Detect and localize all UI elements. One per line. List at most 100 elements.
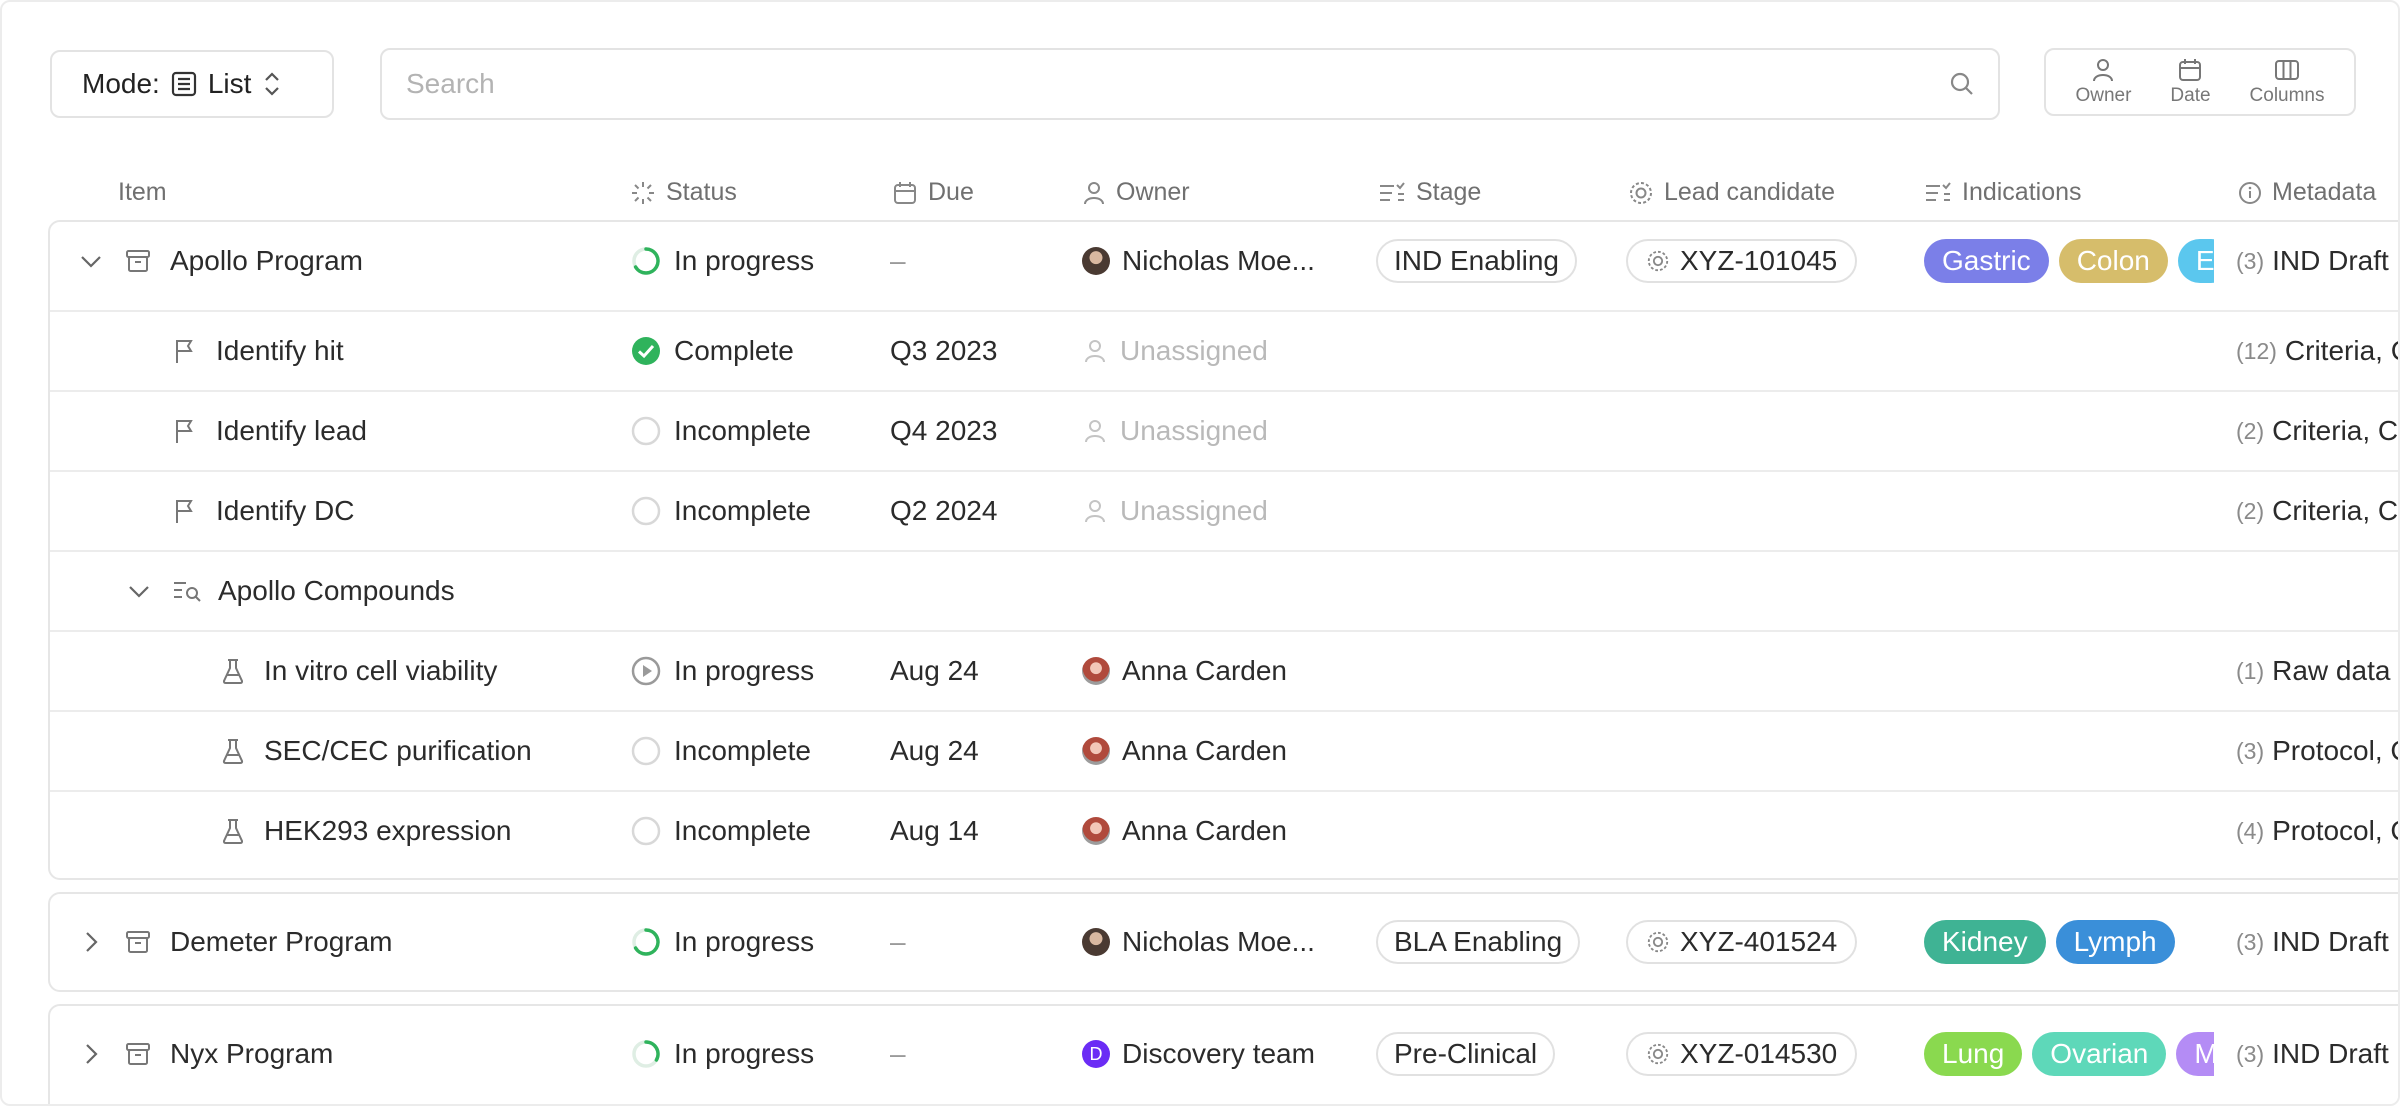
- candidate-id: XYZ-401524: [1680, 926, 1838, 957]
- owner-cell[interactable]: Anna Carden: [1082, 712, 1287, 790]
- program-card-nyx: Nyx Program In progress – D Discovery te…: [48, 1004, 2398, 1104]
- status-cell[interactable]: In progress: [630, 903, 814, 981]
- column-header-stage[interactable]: Stage: [1378, 178, 1481, 207]
- owner-cell[interactable]: Unassigned: [1082, 312, 1268, 390]
- column-label: Owner: [1116, 178, 1190, 206]
- due-cell[interactable]: Aug 14: [890, 792, 979, 870]
- columns-view-button[interactable]: Columns: [2250, 57, 2325, 107]
- owner-name: Discovery team: [1122, 1038, 1315, 1069]
- owner-cell[interactable]: Unassigned: [1082, 472, 1268, 550]
- search-input[interactable]: [406, 64, 1906, 104]
- due-cell[interactable]: –: [890, 1015, 906, 1093]
- indication-tag: Kidney: [1924, 920, 2046, 964]
- program-row[interactable]: Demeter Program In progress – Nicholas M…: [50, 903, 2398, 983]
- owner-cell[interactable]: Unassigned: [1082, 392, 1268, 470]
- flag-icon: [176, 340, 193, 363]
- chevron-right-icon[interactable]: [78, 1015, 104, 1093]
- experiment-row[interactable]: In vitro cell viability In progress Aug …: [50, 630, 2398, 710]
- column-label: Stage: [1416, 178, 1482, 206]
- status-text: Incomplete: [674, 815, 811, 846]
- flask-icon: [222, 739, 244, 764]
- column-header-indications[interactable]: Indications: [1924, 178, 2082, 207]
- owner-view-button[interactable]: Owner: [2075, 57, 2131, 107]
- chevron-down-icon[interactable]: [126, 552, 152, 630]
- due-cell[interactable]: Aug 24: [890, 632, 979, 710]
- experiment-row[interactable]: HEK293 expression Incomplete Aug 14 Anna…: [50, 790, 2398, 870]
- metadata-count: (4): [2236, 817, 2265, 844]
- column-header-lead-candidate[interactable]: Lead candidate: [1628, 178, 1835, 207]
- metadata-cell[interactable]: (1) Raw data: [2236, 632, 2398, 710]
- metadata-cell[interactable]: (3) IND Draft: [2236, 222, 2398, 300]
- owner-cell[interactable]: Anna Carden: [1082, 792, 1287, 870]
- lead-candidate-cell[interactable]: XYZ-101045: [1626, 222, 1858, 300]
- program-row[interactable]: Nyx Program In progress – D Discovery te…: [50, 1015, 2398, 1095]
- program-row[interactable]: Apollo Program In progress – Nicholas Mo…: [50, 222, 2398, 302]
- status-cell[interactable]: In progress: [630, 1015, 814, 1093]
- metadata-cell[interactable]: (12) Criteria, C: [2236, 312, 2398, 390]
- chevron-down-icon[interactable]: [78, 222, 104, 300]
- group-row[interactable]: Apollo Compounds: [50, 550, 2398, 630]
- status-text: In progress: [674, 1038, 815, 1069]
- owner-view-label: Owner: [2075, 85, 2132, 106]
- due-cell[interactable]: –: [890, 903, 906, 981]
- status-cell[interactable]: Incomplete: [630, 792, 811, 870]
- lead-candidate-cell[interactable]: XYZ-014530: [1626, 1015, 1858, 1093]
- stage-cell[interactable]: Pre-Clinical: [1376, 1015, 1556, 1093]
- column-header-metadata[interactable]: Metadata: [2238, 178, 2376, 207]
- column-label: Lead candidate: [1664, 178, 1835, 206]
- date-view-button[interactable]: Date: [2170, 57, 2211, 107]
- column-header-due[interactable]: Due: [892, 178, 974, 207]
- column-header-owner[interactable]: Owner: [1082, 178, 1190, 207]
- owner-cell[interactable]: Anna Carden: [1082, 632, 1287, 710]
- owner-cell[interactable]: Nicholas Moe...: [1082, 222, 1315, 300]
- status-cell[interactable]: In progress: [630, 632, 814, 710]
- mode-selector[interactable]: Mode: List: [50, 50, 334, 118]
- columns-icon: [2275, 60, 2300, 80]
- metadata-cell[interactable]: (2) Criteria, C: [2236, 472, 2399, 550]
- stage-cell[interactable]: BLA Enabling: [1376, 903, 1581, 981]
- due-cell[interactable]: –: [890, 222, 906, 300]
- status-cell[interactable]: Complete: [630, 312, 794, 390]
- experiment-row[interactable]: SEC/CEC purification Incomplete Aug 24 A…: [50, 710, 2398, 790]
- metadata-count: (3): [2236, 928, 2265, 955]
- status-cell[interactable]: Incomplete: [630, 392, 811, 470]
- owner-cell[interactable]: Nicholas Moe...: [1082, 903, 1315, 981]
- status-cell[interactable]: In progress: [630, 222, 814, 300]
- chevron-right-icon[interactable]: [78, 903, 104, 981]
- milestone-row[interactable]: Identify DC Incomplete Q2 2024 Unassigne…: [50, 470, 2399, 550]
- due-cell[interactable]: Aug 24: [890, 712, 979, 790]
- metadata-text: Criteria, C: [2272, 495, 2399, 526]
- app-frame: Mode: List Owner: [0, 0, 2400, 1106]
- milestone-row[interactable]: Identify lead Incomplete Q4 2023 Unassig…: [50, 390, 2398, 470]
- empty-circle-icon: [631, 736, 661, 766]
- lead-candidate-cell[interactable]: XYZ-401524: [1626, 903, 1858, 981]
- status-cell[interactable]: Incomplete: [630, 712, 811, 790]
- due-cell[interactable]: Q3 2023: [890, 312, 997, 390]
- indications-cell[interactable]: Gastric Colon E: [1924, 222, 2214, 300]
- due-cell[interactable]: Q2 2024: [890, 472, 997, 550]
- flask-icon: [222, 659, 244, 684]
- due-cell[interactable]: Q4 2023: [890, 392, 997, 470]
- indications-cell[interactable]: Kidney Lymph: [1924, 903, 2214, 981]
- indications-cell[interactable]: Lung Ovarian M: [1924, 1015, 2214, 1093]
- table-header: Item Status Due Owner Stage Lead candida…: [2, 178, 2398, 214]
- search-icon[interactable]: [1948, 70, 1976, 98]
- program-name: Demeter Program: [170, 926, 393, 957]
- search-box[interactable]: [380, 48, 2000, 120]
- metadata-cell[interactable]: (3) IND Draft: [2236, 1015, 2398, 1093]
- metadata-cell[interactable]: (3) IND Draft: [2236, 903, 2398, 981]
- status-cell[interactable]: Incomplete: [630, 472, 811, 550]
- metadata-cell[interactable]: (3) Protocol, C: [2236, 712, 2398, 790]
- metadata-count: (3): [2236, 1040, 2265, 1067]
- column-header-status[interactable]: Status: [630, 178, 737, 207]
- milestone-row[interactable]: Identify hit Complete Q3 2023 Unassigned…: [50, 310, 2398, 390]
- column-header-item[interactable]: Item: [118, 178, 167, 207]
- archive-icon: [126, 931, 150, 953]
- owner-cell[interactable]: D Discovery team: [1082, 1015, 1315, 1093]
- avatar: [1082, 657, 1110, 685]
- target-icon: [1630, 181, 1652, 204]
- stage-cell[interactable]: IND Enabling: [1376, 222, 1577, 300]
- metadata-cell[interactable]: (4) Protocol, C: [2236, 792, 2398, 870]
- list-search-icon: [174, 582, 201, 602]
- metadata-cell[interactable]: (2) Criteria, C: [2236, 392, 2398, 470]
